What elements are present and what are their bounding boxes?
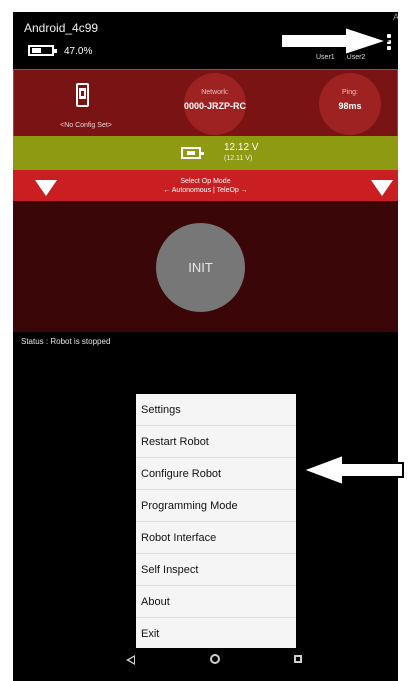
network-label: Network: — [201, 89, 229, 96]
menu-item-self-inspect[interactable]: Self Inspect — [136, 554, 296, 586]
home-icon[interactable] — [210, 654, 220, 664]
voltage-bar: 12.12 V (12.11 V) — [13, 136, 398, 170]
robot-controller-icon — [76, 83, 89, 107]
overflow-menu: Settings Restart Robot Configure Robot P… — [136, 394, 296, 648]
battery-voltage-icon — [181, 147, 204, 159]
voltage-main: 12.12 V — [224, 142, 259, 153]
overflow-menu-icon[interactable] — [387, 32, 391, 52]
ping-label: Ping: — [342, 89, 358, 96]
status-text: Status : Robot is stopped — [21, 337, 111, 346]
user2-label: User2 — [346, 54, 366, 61]
navigation-bar — [13, 648, 398, 681]
network-name: 0000-JRZP-RC — [183, 101, 247, 111]
back-icon[interactable] — [126, 655, 135, 665]
op-mode-selector: Select Op Mode ← Autonomous | TeleOp → — [13, 170, 398, 201]
teleop-dropdown-icon[interactable] — [371, 180, 393, 196]
menu-item-settings[interactable]: Settings — [136, 394, 296, 426]
menu-item-about[interactable]: About — [136, 586, 296, 618]
control-area: INIT — [13, 201, 398, 332]
battery-percent: 47.0% — [64, 46, 93, 57]
robot-status-panel: <No Config Set> Network: 0000-JRZP-RC Pi… — [13, 69, 398, 143]
battery-icon — [28, 45, 57, 56]
user1-label: User1 — [316, 54, 335, 61]
config-status: <No Config Set> — [60, 122, 112, 129]
menu-item-restart-robot[interactable]: Restart Robot — [136, 426, 296, 458]
op-mode-title: Select Op Mode — [180, 178, 231, 185]
menu-item-robot-interface[interactable]: Robot Interface — [136, 522, 296, 554]
autonomous-dropdown-icon[interactable] — [35, 180, 57, 196]
voltage-sub: (12.11 V) — [224, 155, 253, 162]
menu-item-configure-robot[interactable]: Configure Robot — [136, 458, 296, 490]
menu-item-exit[interactable]: Exit — [136, 618, 296, 650]
op-mode-subtitle: ← Autonomous | TeleOp → — [163, 187, 248, 194]
recent-apps-icon[interactable] — [294, 655, 302, 663]
init-button[interactable]: INIT — [156, 223, 245, 312]
corner-glyph: A — [393, 12, 398, 22]
phone-screen: Android_4c99 A 47.0% User1 User2 <No Con… — [13, 12, 398, 681]
ping-value: 98ms — [338, 101, 362, 111]
user-labels: User1 User2 — [316, 54, 375, 61]
device-name: Android_4c99 — [24, 21, 99, 35]
menu-item-programming-mode[interactable]: Programming Mode — [136, 490, 296, 522]
